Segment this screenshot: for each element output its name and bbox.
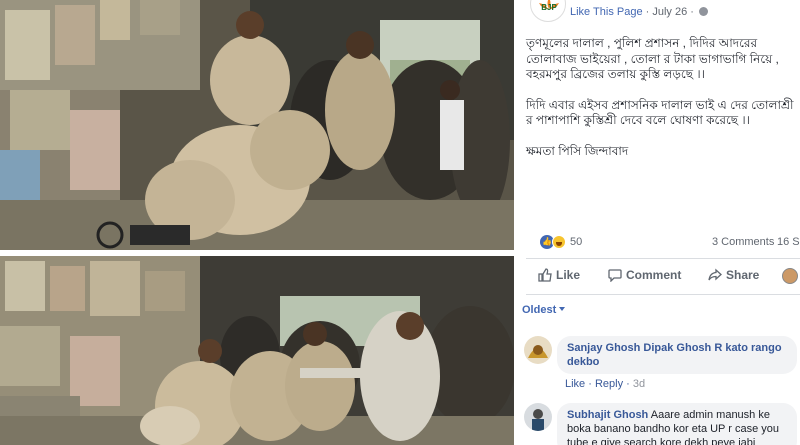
like-button-label: Like (556, 268, 581, 282)
post-text: তৃণমূলের দালাল , পুলিশ প্রশাসন , দিদির আ… (526, 36, 796, 174)
post-actions: Like Comment Share (514, 262, 800, 290)
shares-count[interactable]: 16 Shar (777, 236, 800, 248)
comment-time[interactable]: 3d (633, 378, 645, 390)
share-button-label: Share (726, 268, 760, 282)
comment-author[interactable]: Sanjay Ghosh (567, 342, 640, 354)
profile-avatar[interactable] (782, 268, 798, 284)
comments-count[interactable]: 3 Comments (712, 236, 774, 248)
divider (526, 294, 800, 295)
commenter-avatar[interactable] (524, 403, 552, 431)
divider (526, 258, 800, 259)
reaction-count[interactable]: 50 (570, 236, 582, 248)
like-thumb-icon (538, 268, 552, 282)
comment-bubble: Subhajit Ghosh Aaare admin manush ke bok… (557, 403, 797, 445)
page-logo-text: BJP (541, 3, 557, 12)
post-date[interactable]: July 26 · (652, 6, 694, 18)
comment-sort-label: Oldest (522, 304, 557, 316)
post-paragraph-3: ক্ষমতা পিসি জিন্দাবাদ (526, 143, 629, 158)
page-logo[interactable]: BJP (530, 0, 566, 22)
meta-separator: · (642, 6, 653, 18)
comment-sort[interactable]: Oldest (522, 304, 566, 316)
haha-reaction-icon[interactable] (552, 235, 566, 249)
commenter-avatar[interactable] (524, 336, 552, 364)
caret-down-icon (559, 307, 566, 311)
share-button[interactable]: Share (708, 268, 759, 282)
post-meta: Like This Page · July 26 · (570, 6, 708, 18)
post-photo-top[interactable] (0, 0, 514, 250)
comment-like-link[interactable]: Like (565, 378, 585, 390)
post-stats: 👍 50 3 Comments 16 Shar (526, 233, 800, 251)
post-photos (0, 0, 514, 445)
post-photo-bottom[interactable] (0, 256, 514, 445)
share-icon (708, 268, 722, 281)
comment-button-label: Comment (626, 268, 682, 282)
facebook-post-screenshot: BJP Like This Page · July 26 · তৃণমূলের … (0, 0, 800, 445)
post-panel: BJP Like This Page · July 26 · তৃণমূলের … (514, 0, 800, 445)
globe-icon (699, 7, 708, 16)
like-button[interactable]: Like (538, 268, 580, 282)
comment-icon (608, 269, 622, 282)
comment-actions: Like · Reply · 3d (565, 378, 646, 390)
comment-bubble: Sanjay Ghosh Dipak Ghosh R kato rango de… (557, 336, 797, 374)
comment-button[interactable]: Comment (608, 268, 681, 282)
like-page-link[interactable]: Like This Page (570, 6, 643, 18)
comment-reply-link[interactable]: Reply (595, 378, 623, 390)
post-header: BJP Like This Page · July 26 · (514, 0, 800, 26)
comment-author[interactable]: Subhajit Ghosh (567, 409, 648, 421)
post-paragraph-2: দিদি এবার এইসব প্রশাসনিক দালাল ভাই এ দের… (526, 97, 794, 128)
post-paragraph-1: তৃণমূলের দালাল , পুলিশ প্রশাসন , দিদির আ… (526, 36, 779, 81)
